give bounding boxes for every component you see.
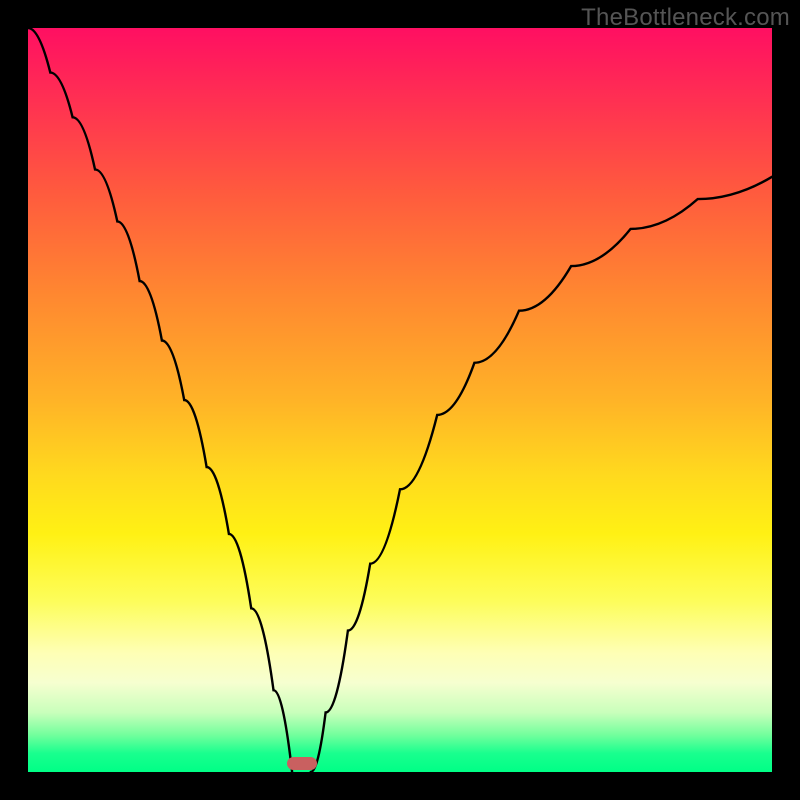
- bottleneck-marker: [287, 757, 317, 770]
- bottleneck-curve: [28, 28, 772, 772]
- plot-area: [28, 28, 772, 772]
- chart-frame: TheBottleneck.com: [0, 0, 800, 800]
- curve-right-branch: [311, 177, 772, 772]
- curve-left-branch: [28, 28, 292, 772]
